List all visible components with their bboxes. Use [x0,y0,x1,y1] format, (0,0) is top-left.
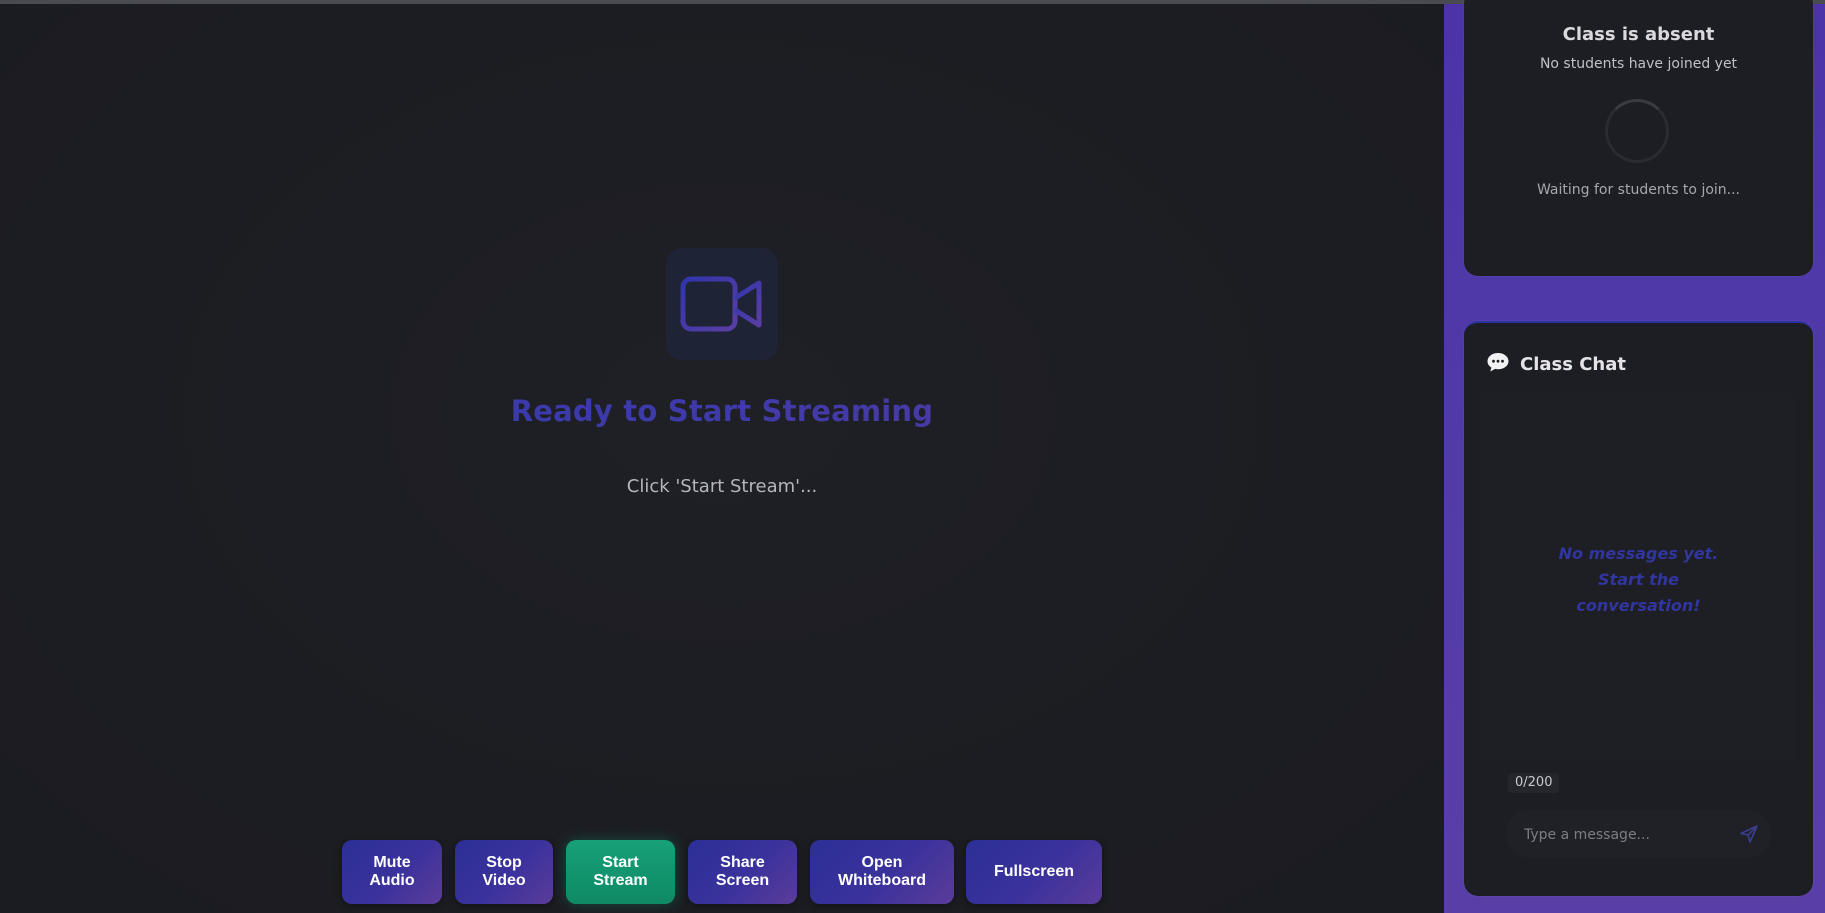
mute-audio-button[interactable]: Mute Audio [342,840,442,904]
loading-spinner-icon [1605,99,1669,163]
start-stream-button[interactable]: Start Stream [566,840,675,904]
share-screen-button[interactable]: Share Screen [688,840,797,904]
students-status-subtitle: No students have joined yet [1539,56,1738,72]
chat-panel: Class Chat No messages yet. Start the co… [1464,321,1813,896]
video-stage: Ready to Start Streaming Click 'Start St… [0,4,1444,913]
students-status-title: Class is absent [1562,24,1715,45]
stage-subtitle: Click 'Start Stream'... [626,476,818,497]
stage-title: Ready to Start Streaming [0,394,1444,428]
chat-header: Class Chat [1486,351,1626,377]
chat-input-wrapper [1506,810,1771,860]
open-whiteboard-button[interactable]: Open Whiteboard [810,840,954,904]
chat-message-input[interactable] [1522,810,1726,860]
send-icon[interactable] [1739,824,1759,844]
waiting-text: Waiting for students to join... [1536,182,1741,198]
fullscreen-button[interactable]: Fullscreen [966,840,1102,904]
speech-bubble-icon [1486,351,1510,377]
stop-video-button[interactable]: Stop Video [455,840,553,904]
right-sidebar: Class is absent No students have joined … [1444,0,1825,913]
chat-title: Class Chat [1520,353,1626,375]
chat-empty-message: No messages yet. Start the conversation! [1558,544,1719,615]
students-panel: Class is absent No students have joined … [1464,0,1813,276]
video-camera-icon [666,248,778,360]
character-counter: 0/200 [1508,773,1560,793]
